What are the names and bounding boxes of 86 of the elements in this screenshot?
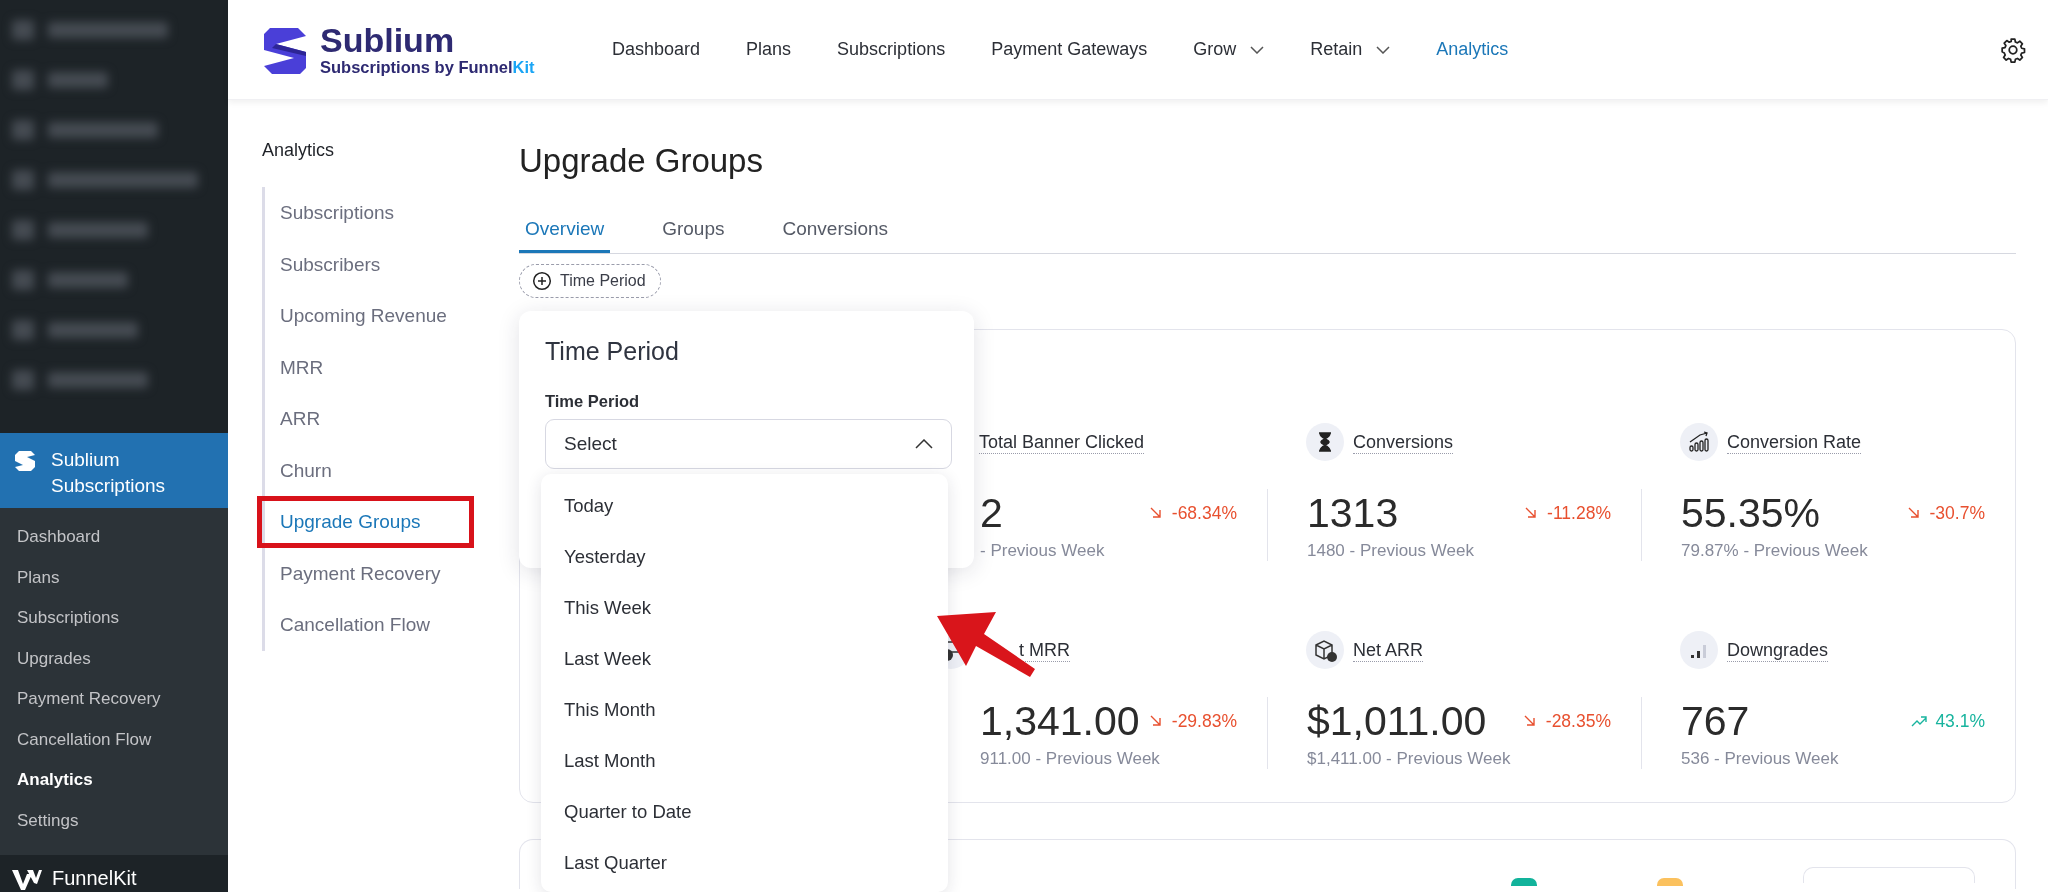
popover-title: Time Period [545,337,680,366]
menu-item[interactable]: Dashboard [0,517,228,558]
nav-link[interactable]: Retain [1310,39,1391,60]
dropdown-option[interactable]: Last Quarter [541,837,948,888]
field-label: Time Period [545,392,641,411]
stat-label: Conversions [1353,430,1454,454]
dropdown-option[interactable]: This Month [541,684,948,735]
previous-value: 911.00 - Previous Week [980,749,1161,769]
blurred-icon [12,70,34,90]
dropdown-option[interactable]: Last Month [541,735,948,786]
trend-up-icon [1911,713,1928,729]
dropdown-option[interactable]: Quarter to Date [541,786,948,837]
subnav-item[interactable]: Payment Recovery [257,547,474,599]
nav-link[interactable]: Grow [1193,39,1265,60]
stat-value: 1,341.00 [980,697,1140,745]
subnav-item[interactable]: Upgrade Groups [257,496,474,548]
dropdown-option[interactable]: This Week [541,582,948,633]
s-logo-icon [15,449,37,473]
select-field[interactable]: Select [545,419,952,469]
stat-value: 767 [1681,697,1750,745]
tab[interactable]: Groups [656,218,731,253]
nav-link[interactable]: Subscriptions [837,39,946,60]
brand-title: Sublium [320,22,456,58]
previous-value: 536 - Previous Week [1681,749,1840,769]
tab[interactable]: Conversions [776,218,895,253]
stat-label: Net ARR [1353,638,1424,662]
nav-link[interactable]: Analytics [1436,39,1509,60]
stat-value: 2 [980,489,1003,537]
dropdown-option[interactable]: Yesterday [541,531,948,582]
change-value: -11.28% [1523,502,1611,524]
nav-link[interactable]: Dashboard [612,39,701,60]
subnav-item[interactable]: Subscriptions [257,187,474,239]
change-value: -29.83% [1147,710,1237,732]
stat-value: $1,011.00 [1307,697,1487,745]
stat-label: Downgrades [1727,638,1829,662]
w-logo-icon [12,868,42,890]
change-value: -68.34% [1147,502,1237,524]
menu-item[interactable]: Subscriptions [0,598,228,639]
subnav-item[interactable]: Subscribers [257,238,474,290]
menu-item[interactable]: Settings [0,800,228,841]
blurred-text [48,72,108,88]
plus-circle-icon [532,271,552,291]
previous-value: 1480 - Previous Week [1307,541,1475,561]
blurred-icon [12,320,34,340]
blurred-icon [12,270,34,290]
change-value: -28.35% [1521,710,1611,732]
page-title: Upgrade Groups [519,142,764,180]
section-title: Analytics [262,140,336,161]
box-icon [1306,631,1344,669]
menu-item[interactable]: Cancellation Flow [0,719,228,760]
stat-label: Total Banner Clicked [979,430,1145,454]
brand-name: FunnelKit [52,867,137,890]
menu-item[interactable]: Payment Recovery [0,679,228,720]
blurred-icon [12,370,34,390]
chevron-icon [915,439,933,449]
menu-item[interactable]: Sublium Subscriptions [0,433,228,508]
stat-label: Conversion Rate [1727,430,1862,454]
settings-icon[interactable] [2000,36,2026,63]
growth-chart-icon [1680,423,1718,461]
nav-link[interactable]: Payment Gateways [991,39,1148,60]
blurred-icon [12,120,34,140]
stat-value: 55.35% [1681,489,1821,537]
tab[interactable]: Overview [519,218,611,253]
nav-link[interactable]: Plans [746,39,792,60]
subnav-item[interactable]: ARR [257,393,474,445]
previous-value: $1,411.00 - Previous Week [1307,749,1512,769]
menu-item[interactable]: Analytics [0,760,228,801]
stat-value: 1313 [1307,489,1399,537]
change-value: 43.1% [1911,710,1985,732]
menu-item[interactable]: Upgrades [0,638,228,679]
blurred-icon [12,220,34,240]
brand-subtitle: Subscriptions by FunnelKit [320,58,535,77]
subnav-item[interactable]: MRR [257,341,474,393]
dropdown-option[interactable]: Today [541,480,948,531]
blurred-icon [12,170,34,190]
previous-value: - Previous Week [980,541,1106,561]
hourglass-icon [1306,423,1344,461]
previous-value: 79.87% - Previous Week [1681,541,1869,561]
menu-item[interactable]: Plans [0,557,228,598]
change-value: -30.7% [1905,502,1985,524]
subnav-item[interactable]: Churn [257,444,474,496]
dropdown-option[interactable]: Last Week [541,633,948,684]
signal-bars-icon [1680,631,1718,669]
blurred-icon [12,20,34,40]
subnav-item[interactable]: Cancellation Flow [257,599,474,651]
subnav-item[interactable]: Upcoming Revenue [257,290,474,342]
